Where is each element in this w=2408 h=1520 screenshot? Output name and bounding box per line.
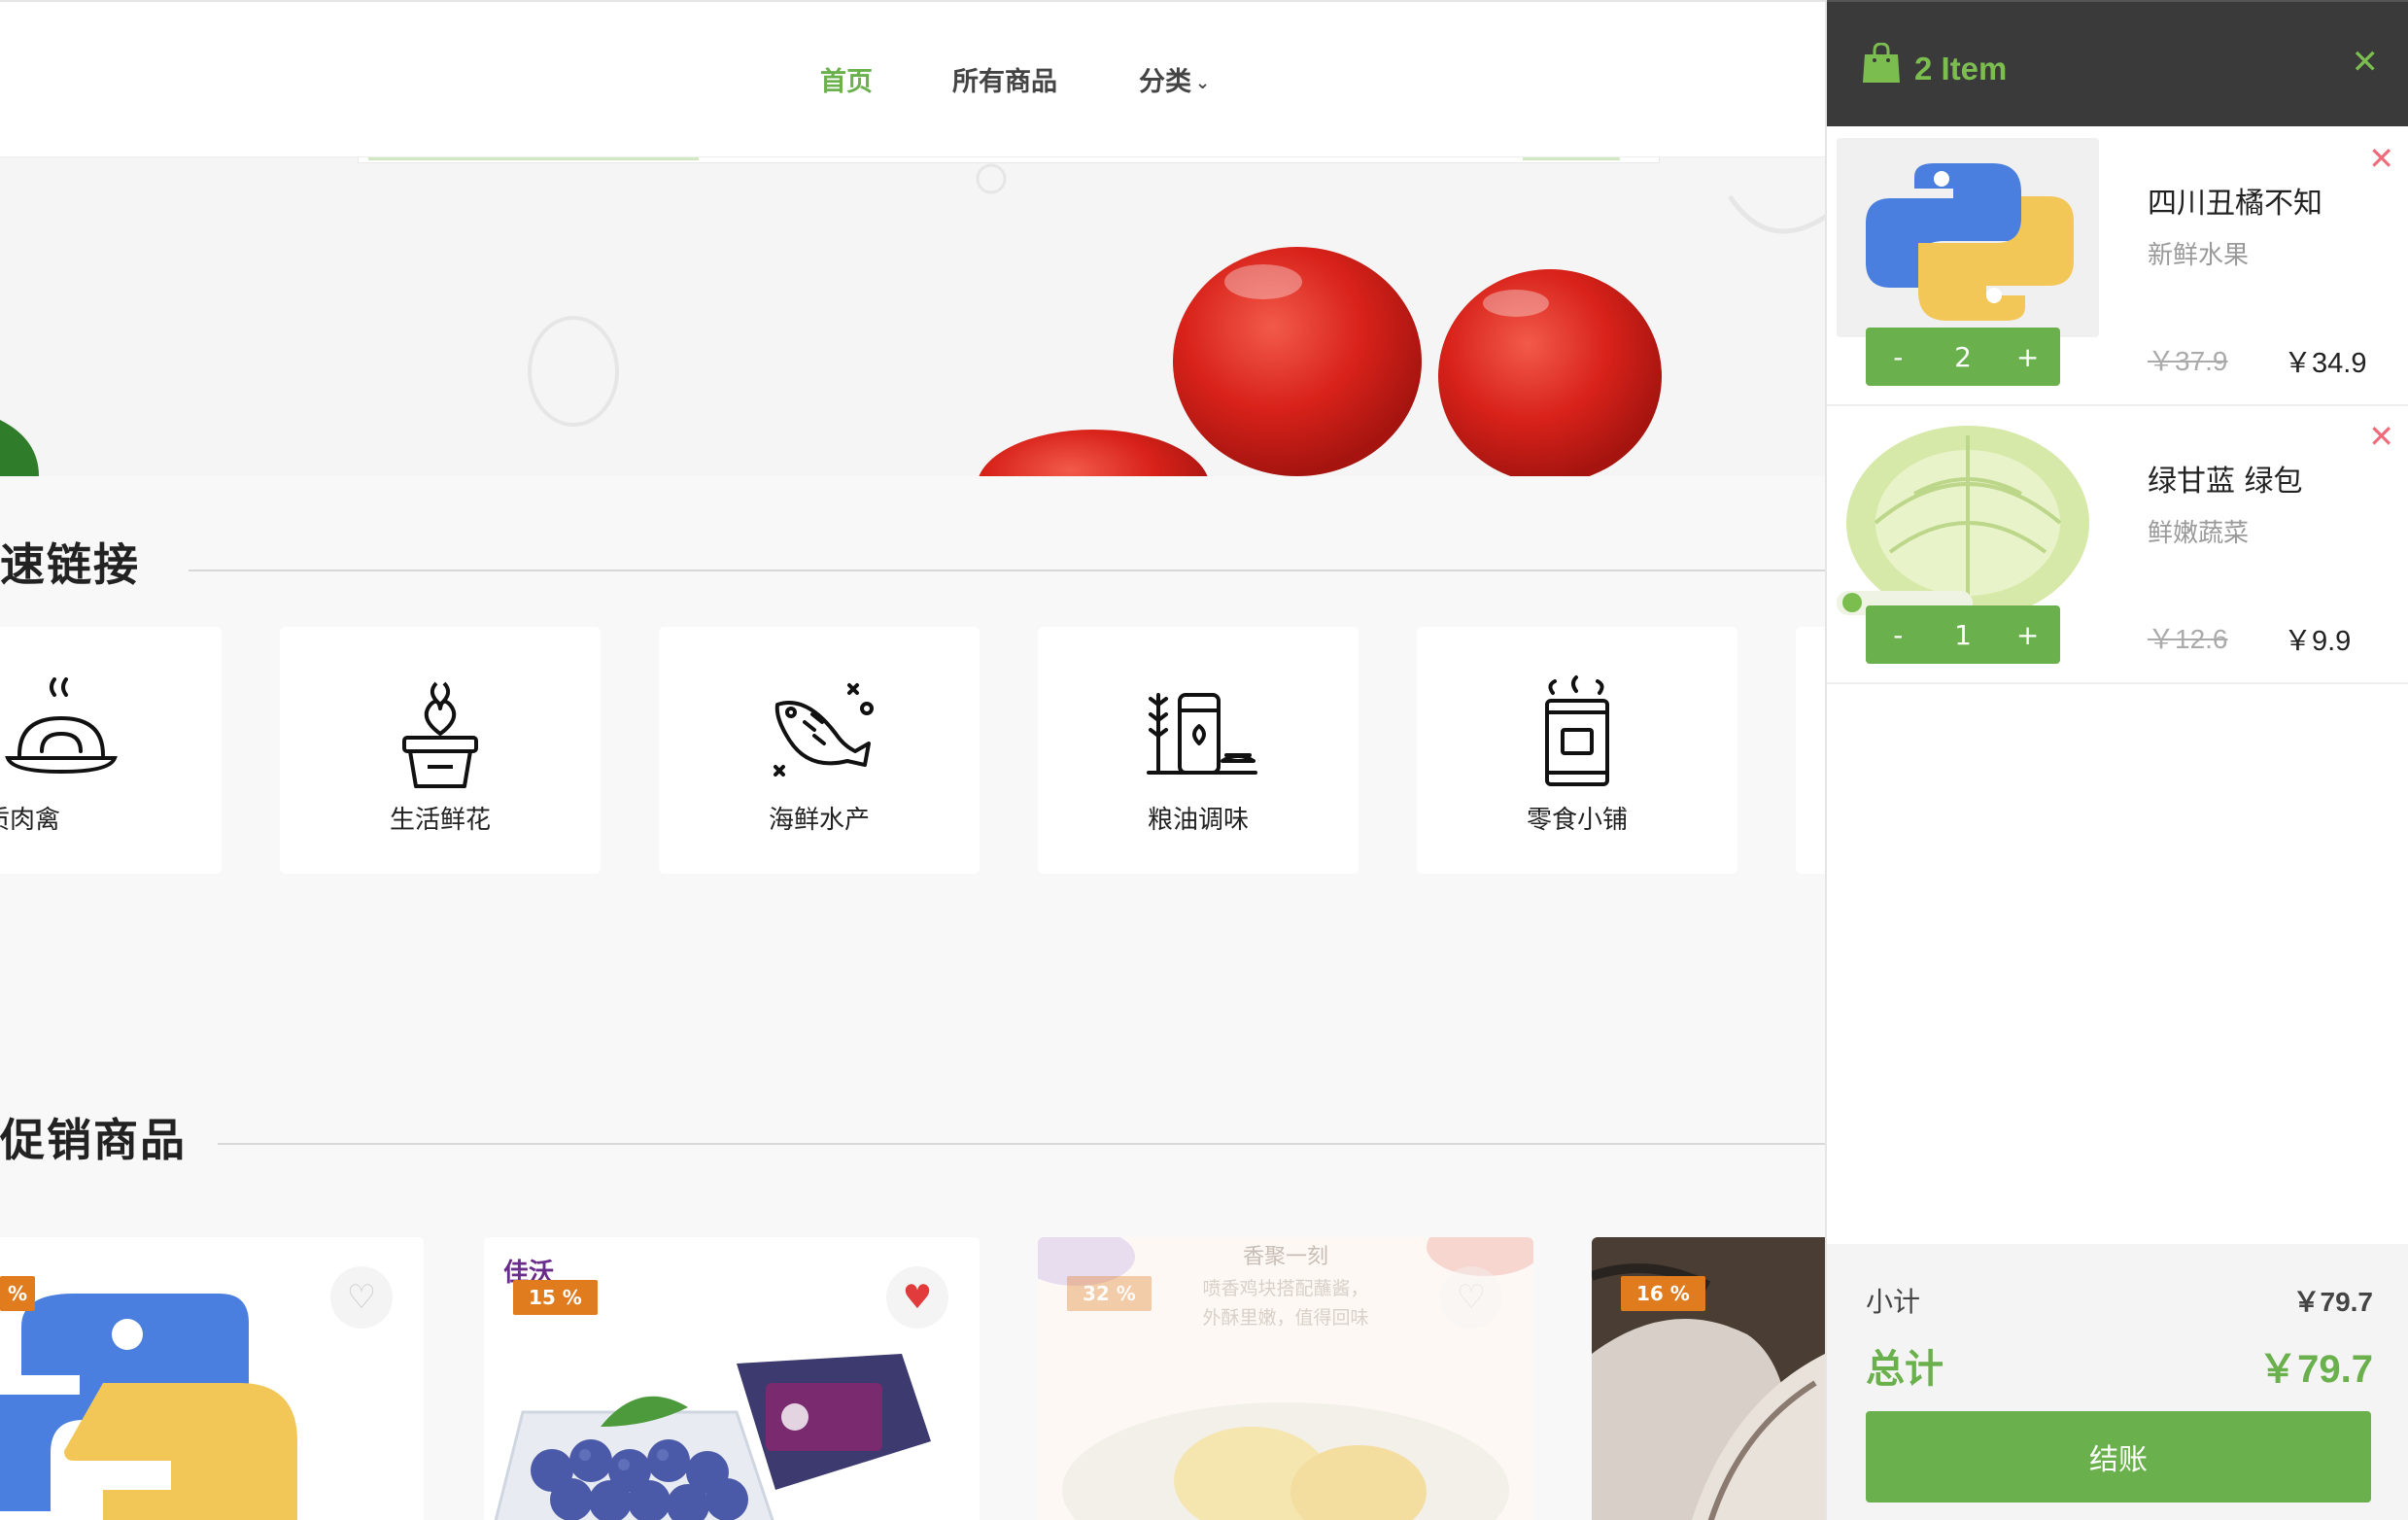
cart-drawer: 2 Item ✕ 四川丑橘不知 新鲜水果 ✕ - 2 + ￥37.9 ￥34.9 (1825, 0, 2408, 1520)
original-price: ￥12.6 (2148, 624, 2228, 654)
discount-badge: % (0, 1276, 36, 1311)
increase-quantity-button[interactable]: + (2004, 341, 2052, 373)
tomato-banner-image (0, 157, 1825, 476)
decrease-quantity-button[interactable]: - (1874, 619, 1922, 651)
shopping-bag-icon (1863, 43, 1900, 83)
category-card-snacks[interactable]: 零食小铺 (1417, 627, 1737, 874)
quick-links-title: 速链接 (0, 538, 140, 591)
category-card-seafood[interactable]: 海鲜水产 (659, 627, 980, 874)
checkout-button[interactable]: 结账 (1866, 1411, 2371, 1503)
cart-item-thumbnail[interactable] (1837, 138, 2099, 337)
sale-price: ￥34.9 (2284, 348, 2367, 379)
quantity-value[interactable]: 1 (1939, 619, 1987, 651)
category-card-flowers[interactable]: 生活鲜花 (280, 627, 601, 874)
nav-all-products[interactable]: 所有商品 (952, 60, 1057, 98)
nav-categories[interactable]: 分类 ⌄ (1139, 60, 1210, 98)
flower-pot-icon (402, 681, 478, 788)
original-price: ￥37.9 (2148, 346, 2228, 376)
category-label: 零食小铺 (1526, 806, 1628, 835)
total-label: 总计 (1866, 1347, 1944, 1392)
category-card-meat[interactable]: 优质肉禽 (0, 627, 222, 874)
product-card[interactable]: 佳沃 15 % ♥ (484, 1237, 980, 1520)
cart-item-name: 四川丑橘不知 (2148, 187, 2322, 221)
cart-item-count: 2 Item (1914, 51, 2008, 86)
cart-header: 2 Item ✕ (1827, 0, 2408, 126)
discount-badge: 15 % (513, 1280, 598, 1315)
product-card[interactable]: 香聚一刻 喷香鸡块搭配蘸酱， 外酥里嫩，值得回味 32 % ♡ (1038, 1237, 1533, 1520)
category-label: 海鲜水产 (768, 806, 870, 835)
cabbage-image (1837, 416, 2099, 615)
section-divider (218, 1143, 1825, 1145)
subtotal-value: ￥79.7 (2292, 1287, 2374, 1317)
product-card[interactable]: % ♡ (0, 1237, 424, 1520)
category-label: 粮油调味 (1147, 806, 1249, 835)
promo-title: 促销商品 (0, 1114, 187, 1166)
product-overlay-title: 香聚一刻 (1242, 1245, 1328, 1269)
snack-bag-icon (1545, 675, 1609, 786)
quantity-value[interactable]: 2 (1939, 341, 1987, 373)
cart-item: 绿甘蓝 绿包 鲜嫩蔬菜 ✕ - 1 + ￥12.6 ￥9.9 (1827, 406, 2408, 684)
cart-item: 四川丑橘不知 新鲜水果 ✕ - 2 + ￥37.9 ￥34.9 (1827, 128, 2408, 406)
cart-item-category: 鲜嫩蔬菜 (2148, 519, 2250, 548)
fish-icon (774, 683, 874, 777)
chevron-down-icon: ⌄ (1195, 73, 1211, 93)
category-label: 优质肉禽 (0, 806, 61, 835)
subtotal-label: 小计 (1866, 1286, 1921, 1318)
section-divider (189, 570, 1825, 571)
category-card-grain[interactable]: 粮油调味 (1038, 627, 1359, 874)
hero-banner (0, 157, 1825, 476)
grain-jar-icon (1147, 693, 1257, 775)
quantity-stepper: - 2 + (1866, 328, 2060, 386)
nav-categories-label: 分类 (1139, 67, 1191, 97)
favorite-heart-icon[interactable]: ♡ (1440, 1266, 1502, 1329)
discount-badge: 16 % (1621, 1276, 1705, 1311)
cart-item-name: 绿甘蓝 绿包 (2148, 465, 2303, 499)
favorite-heart-icon[interactable]: ♥ (886, 1266, 948, 1329)
close-icon[interactable]: ✕ (2352, 43, 2380, 82)
discount-badge: 32 % (1067, 1276, 1152, 1311)
top-nav: 首页 所有商品 分类 ⌄ (0, 0, 1825, 157)
increase-quantity-button[interactable]: + (2004, 619, 2052, 651)
remove-item-icon[interactable]: ✕ (2368, 140, 2394, 177)
decrease-quantity-button[interactable]: - (1874, 341, 1922, 373)
cart-item-thumbnail[interactable] (1837, 416, 2099, 615)
quantity-stepper: - 1 + (1866, 605, 2060, 664)
remove-item-icon[interactable]: ✕ (2368, 418, 2394, 455)
category-label: 生活鲜花 (389, 806, 491, 835)
python-logo-image (1837, 138, 2099, 337)
sale-price: ￥9.9 (2284, 626, 2352, 657)
total-value: ￥79.7 (2258, 1348, 2373, 1391)
meat-dish-icon (5, 677, 118, 775)
cart-summary: 小计 ￥79.7 总计 ￥79.7 结账 (1827, 1244, 2408, 1520)
nav-home[interactable]: 首页 (820, 60, 873, 98)
favorite-heart-icon[interactable]: ♡ (330, 1266, 393, 1329)
cart-item-category: 新鲜水果 (2148, 241, 2250, 270)
